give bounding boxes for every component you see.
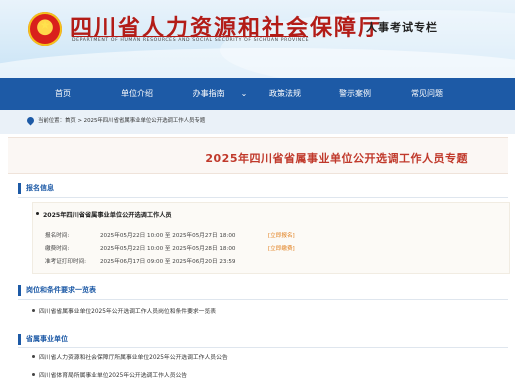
nav-item-label: 首页	[55, 89, 71, 98]
site-header: ★ 四川省人力资源和社会保障厅 DEPARTMENT OF HUMAN RESO…	[0, 0, 515, 78]
section-title: 报名信息	[26, 184, 54, 192]
section-marker	[18, 183, 21, 194]
site-subtitle: DEPARTMENT OF HUMAN RESOURCES AND SOCIAL…	[72, 38, 310, 43]
main-nav: 首页 单位介绍 办事指南 ⌄ 政策法规 警示案例 常见问题	[0, 78, 515, 110]
topic-banner: 2025年四川省省属事业单位公开选调工作人员专题	[8, 137, 508, 174]
row-key: 缴费时间:	[45, 246, 70, 252]
divider	[18, 299, 508, 300]
exam-title: 2025年四川省省属事业单位公开选调工作人员	[43, 212, 172, 219]
section-marker	[18, 334, 21, 345]
bullet-icon	[32, 355, 35, 358]
nav-item-label: 警示案例	[339, 89, 371, 98]
divider	[72, 36, 308, 37]
exam-column-title: 人事考试专栏	[366, 21, 438, 34]
row-key: 准考证打印时间:	[45, 259, 87, 265]
section-title: 省属事业单位	[26, 335, 68, 343]
row-value: 2025年05月22日 10:00 至 2025年05月27日 18:00	[100, 233, 236, 239]
signup-panel: 2025年四川省省属事业单位公开选调工作人员 报名时间: 2025年05月22日…	[32, 202, 510, 274]
nav-item-home[interactable]: 首页	[40, 78, 86, 110]
row-value: 2025年05月22日 10:00 至 2025年05月28日 18:00	[100, 246, 236, 252]
national-emblem-icon: ★	[28, 12, 62, 46]
header-decoration	[0, 48, 515, 78]
list-item-link[interactable]: 四川省体育局所属事业单位2025年公开选调工作人员公告	[39, 370, 187, 379]
page-title: 2025年四川省省属事业单位公开选调工作人员专题	[205, 152, 468, 165]
bullet-icon	[36, 212, 39, 215]
row-key: 报名时间:	[45, 233, 70, 239]
section-title: 岗位和条件要求一览表	[26, 286, 96, 294]
section-marker	[18, 285, 21, 296]
nav-item-guide[interactable]: 办事指南 ⌄	[185, 78, 255, 110]
chevron-down-icon: ⌄	[240, 89, 248, 98]
nav-item-about[interactable]: 单位介绍	[110, 78, 164, 110]
payment-link[interactable]: [立即缴费]	[268, 244, 295, 252]
row-value: 2025年06月17日 09:00 至 2025年06月20日 23:59	[100, 259, 236, 265]
location-pin-icon	[25, 115, 36, 126]
divider	[18, 197, 508, 198]
nav-item-label: 政策法规	[269, 89, 301, 98]
nav-item-policy[interactable]: 政策法规	[258, 78, 312, 110]
breadcrumb: 当前位置：首页 > 2025年四川省省属事业单位公开选调工作人员专题	[0, 110, 515, 134]
bullet-icon	[32, 373, 35, 376]
nav-item-label: 单位介绍	[121, 89, 153, 98]
divider	[18, 347, 508, 348]
nav-item-faq[interactable]: 常见问题	[400, 78, 454, 110]
breadcrumb-text[interactable]: 当前位置：首页 > 2025年四川省省属事业单位公开选调工作人员专题	[38, 116, 205, 124]
nav-item-warnings[interactable]: 警示案例	[328, 78, 382, 110]
nav-item-label: 办事指南	[192, 89, 225, 98]
nav-item-label: 常见问题	[411, 89, 443, 98]
list-item-link[interactable]: 四川省人力资源和社会保障厅所属事业单位2025年公开选调工作人员公告	[39, 352, 228, 361]
bullet-icon	[32, 309, 35, 312]
list-item-link[interactable]: 四川省省属事业单位2025年公开选调工作人员岗位和条件要求一览表	[39, 306, 216, 315]
register-link[interactable]: [立即报名]	[268, 231, 295, 239]
